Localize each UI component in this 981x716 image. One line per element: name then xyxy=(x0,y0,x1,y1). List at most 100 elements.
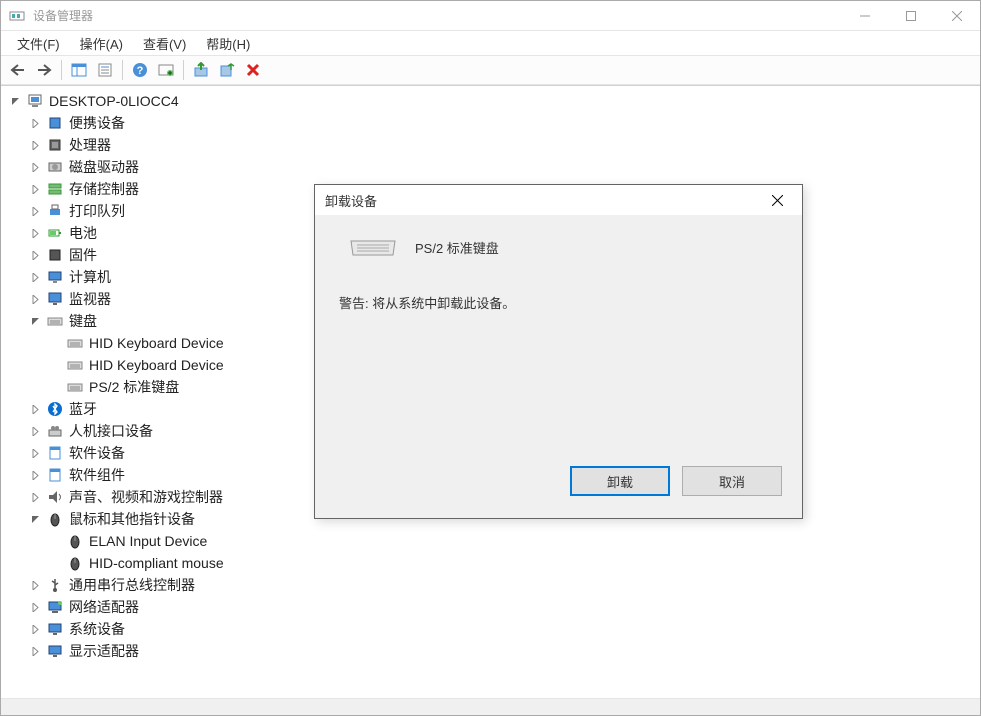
expand-icon[interactable] xyxy=(27,115,43,131)
menu-action[interactable]: 操作(A) xyxy=(70,32,133,55)
toolbar-separator xyxy=(122,60,123,80)
show-hide-tree-button[interactable] xyxy=(67,58,91,82)
firmware-icon xyxy=(47,247,63,263)
expand-icon[interactable] xyxy=(27,291,43,307)
tree-item-label: 打印队列 xyxy=(67,200,127,222)
tree-item-label: 磁盘驱动器 xyxy=(67,156,141,178)
collapse-icon[interactable] xyxy=(27,313,43,329)
disable-device-button[interactable] xyxy=(215,58,239,82)
dialog-warning-text: 警告: 将从系统中卸载此设备。 xyxy=(339,293,778,312)
expand-icon[interactable] xyxy=(27,467,43,483)
tree-item-label: 存储控制器 xyxy=(67,178,141,200)
expand-icon[interactable] xyxy=(27,269,43,285)
printer-icon xyxy=(47,203,63,219)
tree-category-16[interactable]: 通用串行总线控制器 xyxy=(7,574,980,596)
system-icon xyxy=(47,621,63,637)
collapse-icon[interactable] xyxy=(7,93,23,109)
close-button[interactable] xyxy=(934,1,980,31)
tree-item-label: 计算机 xyxy=(67,266,113,288)
mouse-icon xyxy=(47,511,63,527)
expand-icon[interactable] xyxy=(27,489,43,505)
tree-root[interactable]: DESKTOP-0LIOCC4 xyxy=(7,90,980,112)
cancel-button[interactable]: 取消 xyxy=(682,466,782,496)
expand-icon[interactable] xyxy=(27,137,43,153)
tree-category-17[interactable]: 网络适配器 xyxy=(7,596,980,618)
expand-icon[interactable] xyxy=(27,445,43,461)
expand-icon[interactable] xyxy=(27,225,43,241)
menu-file[interactable]: 文件(F) xyxy=(7,32,70,55)
expand-icon[interactable] xyxy=(27,643,43,659)
tree-device-15-1[interactable]: HID-compliant mouse xyxy=(7,552,980,574)
expand-icon[interactable] xyxy=(27,181,43,197)
audio-icon xyxy=(47,489,63,505)
software-icon xyxy=(47,467,63,483)
hid-icon xyxy=(47,423,63,439)
mouse-icon xyxy=(67,555,83,571)
tree-item-label: 系统设备 xyxy=(67,618,127,640)
bluetooth-icon xyxy=(47,401,63,417)
back-button[interactable] xyxy=(6,58,30,82)
menu-view[interactable]: 查看(V) xyxy=(133,32,196,55)
keyboard-icon xyxy=(47,313,63,329)
tree-item-label: 软件组件 xyxy=(67,464,127,486)
scan-hardware-button[interactable] xyxy=(154,58,178,82)
tree-item-label: HID-compliant mouse xyxy=(87,554,226,572)
forward-button[interactable] xyxy=(32,58,56,82)
menubar: 文件(F) 操作(A) 查看(V) 帮助(H) xyxy=(1,31,980,55)
uninstall-device-button[interactable] xyxy=(241,58,265,82)
expand-icon[interactable] xyxy=(27,159,43,175)
tree-item-label: 处理器 xyxy=(67,134,113,156)
network-icon xyxy=(47,599,63,615)
update-driver-button[interactable] xyxy=(189,58,213,82)
expand-icon[interactable] xyxy=(27,247,43,263)
computer-icon xyxy=(47,269,63,285)
expand-icon[interactable] xyxy=(27,423,43,439)
collapse-icon[interactable] xyxy=(27,511,43,527)
maximize-button[interactable] xyxy=(888,1,934,31)
toolbar-separator xyxy=(183,60,184,80)
toolbar-separator xyxy=(61,60,62,80)
tree-item-label: PS/2 标准键盘 xyxy=(87,376,181,398)
menu-help[interactable]: 帮助(H) xyxy=(196,32,260,55)
tree-item-label: 鼠标和其他指针设备 xyxy=(67,508,197,530)
battery-icon xyxy=(47,225,63,241)
window-title: 设备管理器 xyxy=(33,7,842,24)
no-expand xyxy=(47,533,63,549)
tree-category-18[interactable]: 系统设备 xyxy=(7,618,980,640)
tree-item-label: 蓝牙 xyxy=(67,398,99,420)
storage-icon xyxy=(47,181,63,197)
no-expand xyxy=(47,555,63,571)
tree-category-19[interactable]: 显示适配器 xyxy=(7,640,980,662)
tree-item-label: DESKTOP-0LIOCC4 xyxy=(47,92,181,110)
software-icon xyxy=(47,445,63,461)
svg-text:?: ? xyxy=(137,65,144,77)
properties-button[interactable] xyxy=(93,58,117,82)
expand-icon[interactable] xyxy=(27,203,43,219)
horizontal-scrollbar[interactable] xyxy=(1,698,980,715)
app-icon xyxy=(9,8,25,24)
tree-item-label: 通用串行总线控制器 xyxy=(67,574,197,596)
mouse-icon xyxy=(67,533,83,549)
computer_root-icon xyxy=(27,93,43,109)
tree-item-label: 声音、视频和游戏控制器 xyxy=(67,486,225,508)
minimize-button[interactable] xyxy=(842,1,888,31)
tree-item-label: 网络适配器 xyxy=(67,596,141,618)
tree-category-0[interactable]: 便携设备 xyxy=(7,112,980,134)
uninstall-button[interactable]: 卸载 xyxy=(570,466,670,496)
tree-category-1[interactable]: 处理器 xyxy=(7,134,980,156)
expand-icon[interactable] xyxy=(27,599,43,615)
tree-item-label: 固件 xyxy=(67,244,99,266)
expand-icon[interactable] xyxy=(27,577,43,593)
help-button[interactable]: ? xyxy=(128,58,152,82)
tree-device-15-0[interactable]: ELAN Input Device xyxy=(7,530,980,552)
expand-icon[interactable] xyxy=(27,621,43,637)
dialog-title-text: 卸载设备 xyxy=(325,191,377,210)
no-expand xyxy=(47,379,63,395)
keyboard-icon xyxy=(67,379,83,395)
tree-item-label: 人机接口设备 xyxy=(67,420,155,442)
monitor-icon xyxy=(47,291,63,307)
tree-category-2[interactable]: 磁盘驱动器 xyxy=(7,156,980,178)
tree-item-label: 监视器 xyxy=(67,288,113,310)
dialog-close-button[interactable] xyxy=(762,185,792,215)
expand-icon[interactable] xyxy=(27,401,43,417)
